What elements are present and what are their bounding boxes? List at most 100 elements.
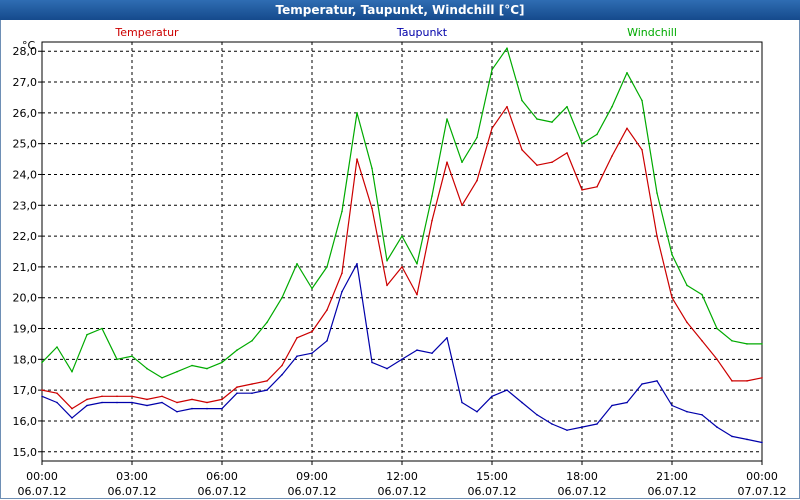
data-point-windchill xyxy=(641,99,643,102)
data-point-windchill xyxy=(596,133,598,136)
data-point-windchill xyxy=(251,340,253,342)
data-point-windchill xyxy=(536,118,538,120)
series-lines xyxy=(41,47,763,444)
axes xyxy=(38,41,763,465)
data-point-temperatur xyxy=(146,398,148,401)
legend-windchill: Windchill xyxy=(627,26,677,39)
data-point-taupunkt xyxy=(296,355,298,358)
data-point-windchill xyxy=(221,361,223,364)
data-point-temperatur xyxy=(491,127,493,130)
data-point-temperatur xyxy=(731,380,733,382)
data-point-windchill xyxy=(551,121,553,123)
data-point-windchill xyxy=(356,112,358,114)
data-point-taupunkt xyxy=(746,438,748,441)
y-axis-unit-label: °C xyxy=(22,39,36,52)
x-tick-date: 06.07.12 xyxy=(288,485,337,498)
data-point-taupunkt xyxy=(656,380,658,382)
y-tick-label: 18,0 xyxy=(13,353,38,366)
data-point-temperatur xyxy=(71,407,73,410)
data-point-taupunkt xyxy=(356,263,358,265)
data-point-windchill xyxy=(311,287,313,290)
data-point-windchill xyxy=(161,377,163,379)
data-point-temperatur xyxy=(191,398,193,401)
data-point-windchill xyxy=(296,263,298,265)
data-point-taupunkt xyxy=(536,414,538,416)
data-point-temperatur xyxy=(701,340,703,342)
data-point-taupunkt xyxy=(341,290,343,293)
data-point-temperatur xyxy=(86,398,88,401)
y-tick-label: 22,0 xyxy=(13,230,38,243)
data-point-temperatur xyxy=(221,398,223,401)
data-point-taupunkt xyxy=(461,401,463,404)
x-tick-time: 15:00 xyxy=(476,470,508,483)
data-point-temperatur xyxy=(416,293,418,296)
data-point-temperatur xyxy=(716,358,718,361)
data-point-temperatur xyxy=(596,186,598,188)
data-point-taupunkt xyxy=(386,367,388,370)
data-point-taupunkt xyxy=(146,404,148,407)
data-point-temperatur xyxy=(371,207,373,210)
data-point-windchill xyxy=(41,361,43,364)
data-point-windchill xyxy=(626,72,628,74)
data-point-temperatur xyxy=(581,189,583,191)
data-point-windchill xyxy=(101,327,103,330)
data-point-windchill xyxy=(476,136,478,139)
data-point-windchill xyxy=(761,343,763,345)
data-point-taupunkt xyxy=(686,410,688,413)
y-tick-label: 16,0 xyxy=(13,415,38,428)
data-point-taupunkt xyxy=(221,407,223,410)
x-tick-date: 07.07.12 xyxy=(738,485,787,498)
data-point-windchill xyxy=(401,235,403,237)
data-point-taupunkt xyxy=(161,401,163,404)
data-point-temperatur xyxy=(626,127,628,130)
data-point-windchill xyxy=(746,343,748,345)
y-tick-label: 17,0 xyxy=(13,384,38,397)
data-point-windchill xyxy=(176,370,178,373)
data-point-windchill xyxy=(416,263,418,265)
data-point-taupunkt xyxy=(476,410,478,413)
data-point-windchill xyxy=(191,364,193,367)
data-point-taupunkt xyxy=(551,423,553,425)
x-tick-date: 06.07.12 xyxy=(18,485,67,498)
data-point-windchill xyxy=(566,105,568,108)
data-point-taupunkt xyxy=(281,373,283,376)
data-point-temperatur xyxy=(266,380,268,382)
data-point-temperatur xyxy=(281,364,283,367)
x-tick-time: 00:00 xyxy=(746,470,778,483)
data-point-windchill xyxy=(686,284,688,287)
data-point-taupunkt xyxy=(521,401,523,404)
data-point-temperatur xyxy=(311,330,313,333)
data-point-windchill xyxy=(491,68,493,71)
data-point-taupunkt xyxy=(431,352,433,355)
data-point-windchill xyxy=(611,105,613,108)
data-point-temperatur xyxy=(641,149,643,151)
data-point-temperatur xyxy=(386,284,388,287)
data-point-windchill xyxy=(671,253,673,256)
data-point-windchill xyxy=(116,358,118,361)
data-point-windchill xyxy=(371,167,373,170)
data-point-taupunkt xyxy=(596,423,598,425)
data-point-taupunkt xyxy=(401,358,403,361)
data-point-windchill xyxy=(716,327,718,330)
data-point-taupunkt xyxy=(86,404,88,407)
data-point-temperatur xyxy=(296,337,298,339)
data-point-taupunkt xyxy=(41,395,43,398)
y-tick-labels: 15,0 16,0 17,0 18,0 19,0 20,0 21,0 22,0 23,0 24,0… xyxy=(13,45,38,459)
data-point-taupunkt xyxy=(131,401,133,404)
data-point-taupunkt xyxy=(206,407,208,410)
x-tick-time: 12:00 xyxy=(386,470,418,483)
data-point-temperatur xyxy=(206,401,208,404)
data-point-windchill xyxy=(131,355,133,358)
line-chart: 15,0 16,0 17,0 18,0 19,0 20,0 21,0 22,0 23,0 24,0… xyxy=(13,26,787,498)
data-point-taupunkt xyxy=(326,340,328,342)
y-tick-label: 19,0 xyxy=(13,323,38,336)
data-point-windchill xyxy=(266,321,268,324)
data-point-taupunkt xyxy=(641,383,643,385)
data-point-taupunkt xyxy=(566,429,568,432)
x-tick-time: 09:00 xyxy=(296,470,328,483)
data-point-temperatur xyxy=(476,179,478,182)
x-tick-date: 06.07.12 xyxy=(558,485,607,498)
y-tick-label: 24,0 xyxy=(13,168,38,181)
data-point-temperatur xyxy=(611,155,613,157)
data-point-temperatur xyxy=(746,380,748,382)
